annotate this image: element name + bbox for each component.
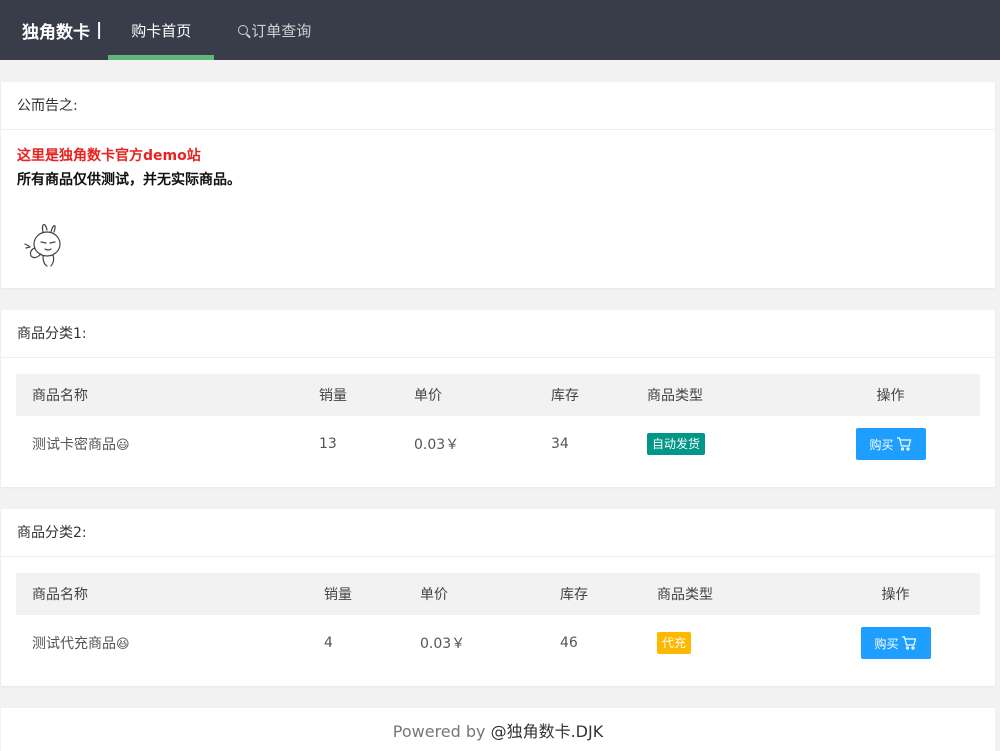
product-table: 商品名称 销量 单价 库存 商品类型 操作 测试卡密商品😃 13 0.03￥ 3… (16, 374, 980, 472)
col-action: 操作 (881, 587, 910, 603)
brand-separator: | (96, 20, 103, 40)
notice-line-1: 这里是独角数卡官方demo站 (17, 148, 201, 164)
category-title: 商品分类2: (1, 509, 995, 557)
smile-emoji-icon: 😃 (116, 438, 130, 453)
footer-prefix: Powered by (392, 722, 491, 741)
product-table: 商品名称 销量 单价 库存 商品类型 操作 测试代充商品😆 4 0.03￥ 46… (16, 573, 980, 671)
product-action-cell: 购买 (801, 416, 980, 472)
col-stock: 库存 (551, 388, 579, 404)
col-name: 商品名称 (32, 388, 88, 404)
col-type: 商品类型 (647, 388, 703, 404)
cart-icon (896, 437, 911, 451)
col-stock: 库存 (560, 587, 588, 603)
footer: Powered by @独角数卡.DJK (1, 708, 995, 751)
col-price: 单价 (420, 587, 448, 603)
nav-home[interactable]: 购卡首页 (108, 0, 215, 60)
table-row: 测试代充商品😆 4 0.03￥ 46 代充 购买 (16, 615, 980, 671)
product-type-cell: 代充 (641, 615, 811, 671)
product-type-cell: 自动发货 (631, 416, 801, 472)
notice-title: 公而告之: (1, 82, 995, 130)
col-type: 商品类型 (657, 587, 713, 603)
product-sales: 4 (324, 635, 333, 651)
laugh-emoji-icon: 😆 (116, 637, 130, 652)
product-type-badge: 代充 (657, 632, 692, 654)
brand-logo[interactable]: 独角数卡 | (22, 0, 108, 60)
buy-button[interactable]: 购买 (855, 428, 926, 460)
product-name-text: 测试卡密商品 (32, 437, 116, 453)
notice-line-2: 所有商品仅供测试，并无实际商品。 (17, 172, 241, 188)
brand-name: 独角数卡 (22, 22, 90, 43)
col-action: 操作 (876, 388, 905, 404)
product-type-badge: 自动发货 (647, 433, 706, 455)
product-action-cell: 购买 (811, 615, 980, 671)
product-stock: 34 (551, 436, 569, 452)
search-icon (238, 25, 249, 35)
nav-home-label: 购卡首页 (131, 21, 192, 40)
top-navbar: 独角数卡 | 购卡首页 订单查询 (0, 0, 1000, 60)
product-name-text: 测试代充商品 (32, 636, 116, 652)
col-price: 单价 (414, 388, 442, 404)
col-sales: 销量 (324, 587, 352, 603)
buy-button-label: 购买 (874, 636, 899, 651)
table-header-row: 商品名称 销量 单价 库存 商品类型 操作 (16, 573, 980, 615)
nav-order-query[interactable]: 订单查询 (214, 0, 331, 60)
notice-card: 公而告之: 这里是独角数卡官方demo站 所有商品仅供测试，并无实际商品。 (1, 82, 995, 288)
footer-author-link[interactable]: @独角数卡.DJK (491, 722, 604, 741)
product-price: 0.03￥ (420, 636, 466, 652)
buy-button-label: 购买 (869, 437, 894, 452)
table-row: 测试卡密商品😃 13 0.03￥ 34 自动发货 购买 (16, 416, 980, 472)
notice-body: 这里是独角数卡官方demo站 所有商品仅供测试，并无实际商品。 (1, 130, 995, 284)
col-name: 商品名称 (32, 587, 88, 603)
table-header-row: 商品名称 销量 单价 库存 商品类型 操作 (16, 374, 980, 416)
product-price: 0.03￥ (414, 437, 460, 453)
category-card-2: 商品分类2: 商品名称 销量 单价 库存 商品类型 操作 测试代充商品😆 4 0… (1, 509, 995, 686)
col-sales: 销量 (319, 388, 347, 404)
product-name: 测试代充商品😆 (16, 615, 308, 671)
category-title: 商品分类1: (1, 310, 995, 358)
category-card-1: 商品分类1: 商品名称 销量 单价 库存 商品类型 操作 测试卡密商品😃 13 (1, 310, 995, 487)
nav-order-query-label: 订单查询 (251, 21, 312, 40)
rabbit-sticker-icon (17, 218, 69, 270)
product-name: 测试卡密商品😃 (16, 416, 303, 472)
product-sales: 13 (319, 436, 337, 452)
cart-icon (901, 636, 916, 650)
product-stock: 46 (560, 635, 578, 651)
buy-button[interactable]: 购买 (860, 627, 931, 659)
